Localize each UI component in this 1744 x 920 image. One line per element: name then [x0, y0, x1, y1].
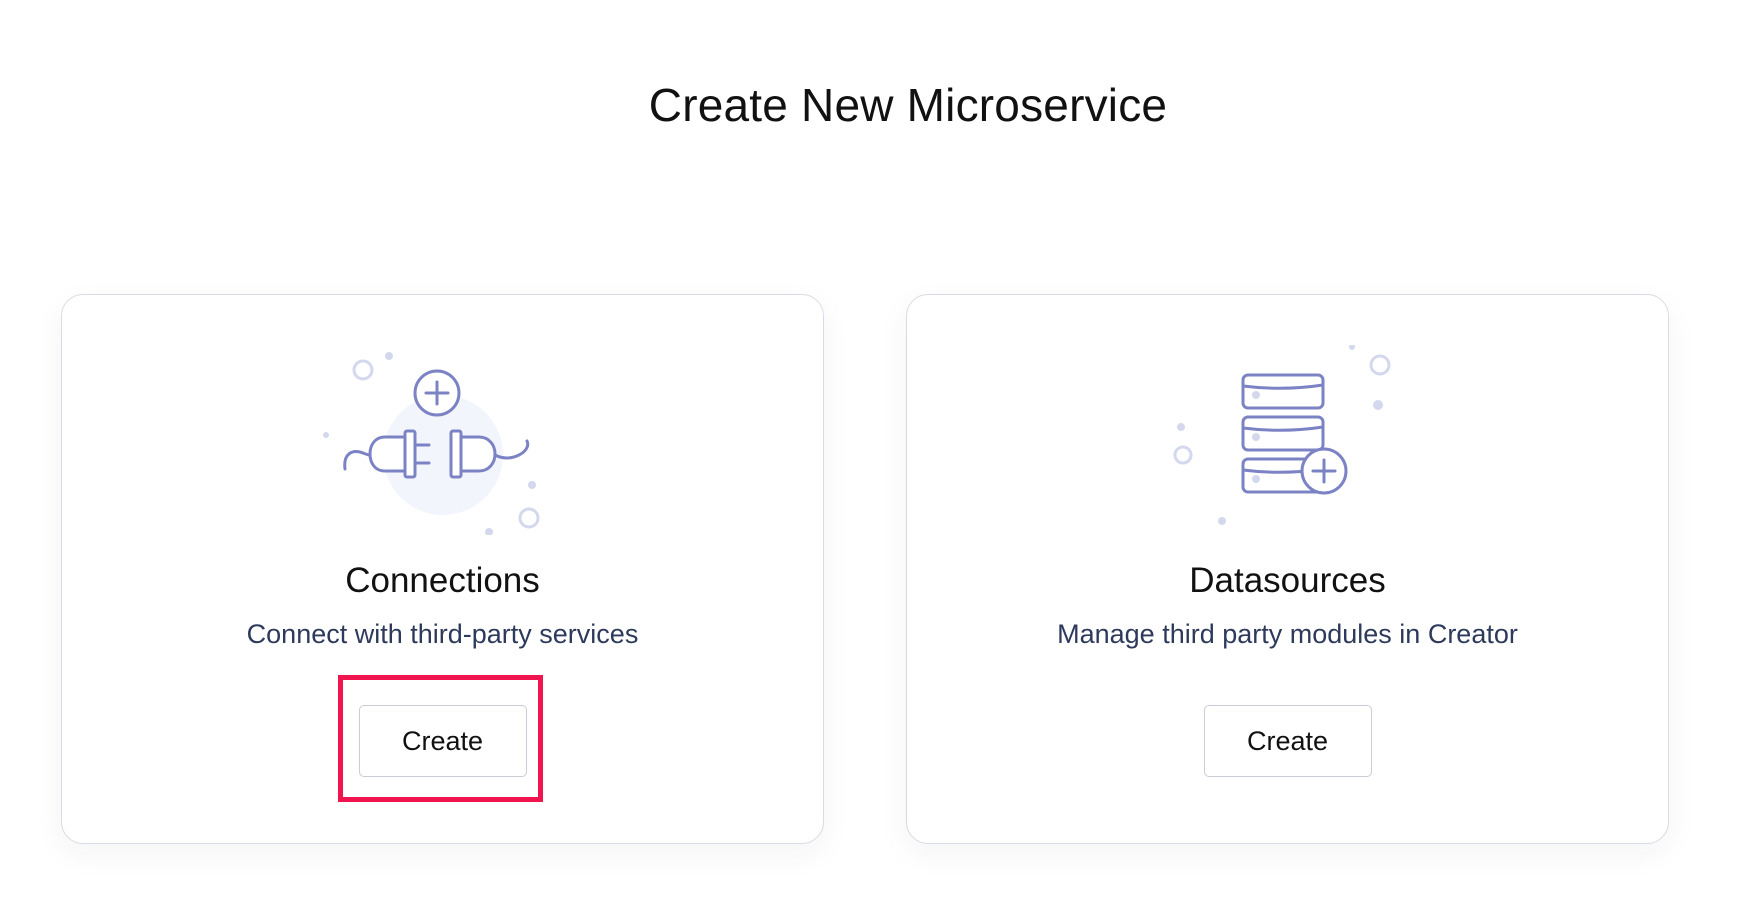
- page: Create New Microservice Connections Conn…: [0, 0, 1744, 920]
- connections-create-button[interactable]: Create: [358, 705, 527, 777]
- card-title: Connections: [345, 561, 540, 600]
- plug-connection-icon: [322, 345, 563, 536]
- card-title: Datasources: [1189, 561, 1386, 600]
- card-description: Manage third party modules in Creator: [1057, 619, 1518, 649]
- datasources-create-button[interactable]: Create: [1203, 705, 1372, 777]
- page-title: Create New Microservice: [648, 79, 1168, 131]
- connections-card: Connections Connect with third-party ser…: [61, 294, 824, 844]
- database-add-icon: [1168, 344, 1408, 535]
- datasources-card: Datasources Manage third party modules i…: [906, 294, 1669, 844]
- card-description: Connect with third-party services: [246, 619, 639, 649]
